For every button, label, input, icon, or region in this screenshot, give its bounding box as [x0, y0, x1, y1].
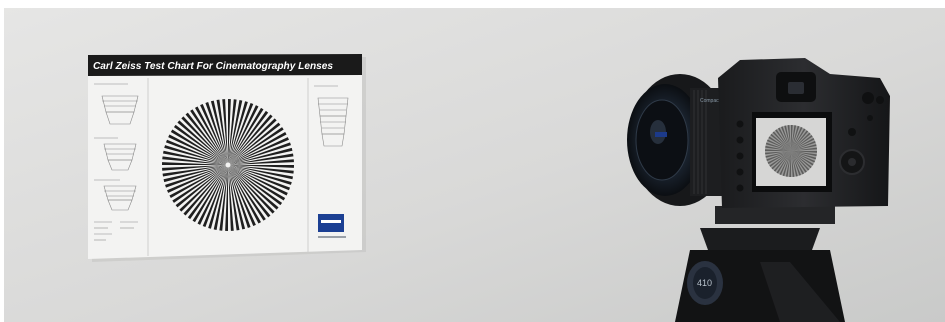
tripod-badge-text: 410	[697, 278, 712, 288]
camera-top-dial	[862, 92, 874, 104]
siemens-star-icon	[162, 99, 294, 231]
camera-icon	[718, 58, 890, 208]
lens-brand-text: Compact	[700, 98, 721, 104]
test-chart: Carl Zeiss Test Chart For Cinematography…	[88, 54, 366, 262]
left-white-strip	[0, 0, 4, 322]
photo-scene: Carl Zeiss Test Chart For Cinematography…	[0, 0, 945, 322]
top-white-strip	[0, 0, 945, 8]
chart-title: Carl Zeiss Test Chart For Cinematography…	[93, 60, 333, 72]
camera-mount-plate	[715, 206, 835, 224]
siemens-star-center	[225, 162, 231, 168]
